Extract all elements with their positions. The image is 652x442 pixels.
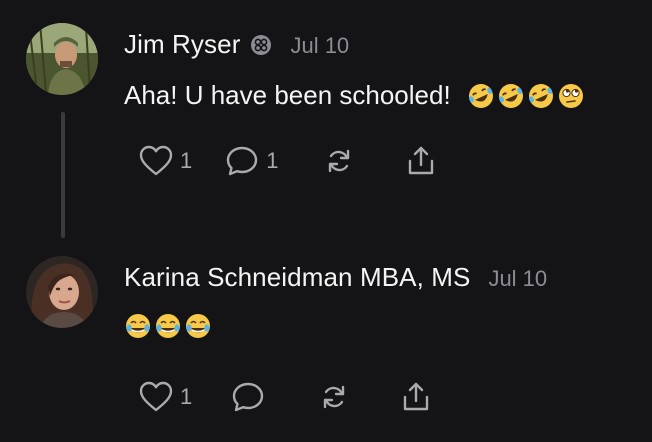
tears-of-joy-emoji-icon: [154, 312, 182, 340]
author-name[interactable]: Karina Schneidman MBA, MS: [124, 262, 470, 293]
verified-badge-icon: [250, 34, 272, 56]
restack-button[interactable]: [316, 380, 352, 414]
comment-header: Jim Ryser Jul 10: [124, 29, 349, 60]
reply-button[interactable]: 1: [224, 144, 279, 178]
comment-date[interactable]: Jul 10: [290, 33, 349, 59]
heart-icon: [138, 144, 174, 178]
thread-line: [61, 112, 65, 238]
author-name[interactable]: Jim Ryser: [124, 29, 240, 60]
comment-bubble-icon: [230, 380, 266, 414]
comment-body: Aha! U have been schooled!: [124, 80, 585, 111]
reply-count: 1: [266, 148, 279, 173]
restack-icon: [321, 144, 357, 178]
tears-of-joy-emoji-icon: [184, 312, 212, 340]
share-icon: [403, 144, 439, 178]
like-count: 1: [180, 148, 193, 173]
comment-header: Karina Schneidman MBA, MS Jul 10: [124, 262, 547, 293]
tears-of-joy-emoji-icon: [124, 312, 152, 340]
like-button[interactable]: 1: [138, 144, 192, 178]
comment-text: Aha! U have been schooled!: [124, 80, 451, 110]
share-icon: [398, 380, 434, 414]
like-button[interactable]: 1: [138, 380, 192, 414]
eye-roll-emoji-icon: [557, 82, 585, 110]
restack-icon: [316, 380, 352, 414]
share-button[interactable]: [398, 380, 434, 414]
share-button[interactable]: [403, 144, 439, 178]
reply-button[interactable]: [230, 380, 266, 414]
heart-icon: [138, 380, 174, 414]
rofl-emoji-icon: [467, 82, 495, 110]
rofl-emoji-icon: [497, 82, 525, 110]
rofl-emoji-icon: [527, 82, 555, 110]
like-count: 1: [180, 384, 193, 409]
avatar[interactable]: [26, 23, 98, 95]
comment-date[interactable]: Jul 10: [488, 266, 547, 292]
comment-bubble-icon: [224, 144, 260, 178]
comment-body: [124, 312, 212, 340]
restack-button[interactable]: [321, 144, 357, 178]
comment-actions: 1: [138, 380, 434, 414]
comment-actions: 1 1: [138, 144, 439, 178]
avatar[interactable]: [26, 256, 98, 328]
